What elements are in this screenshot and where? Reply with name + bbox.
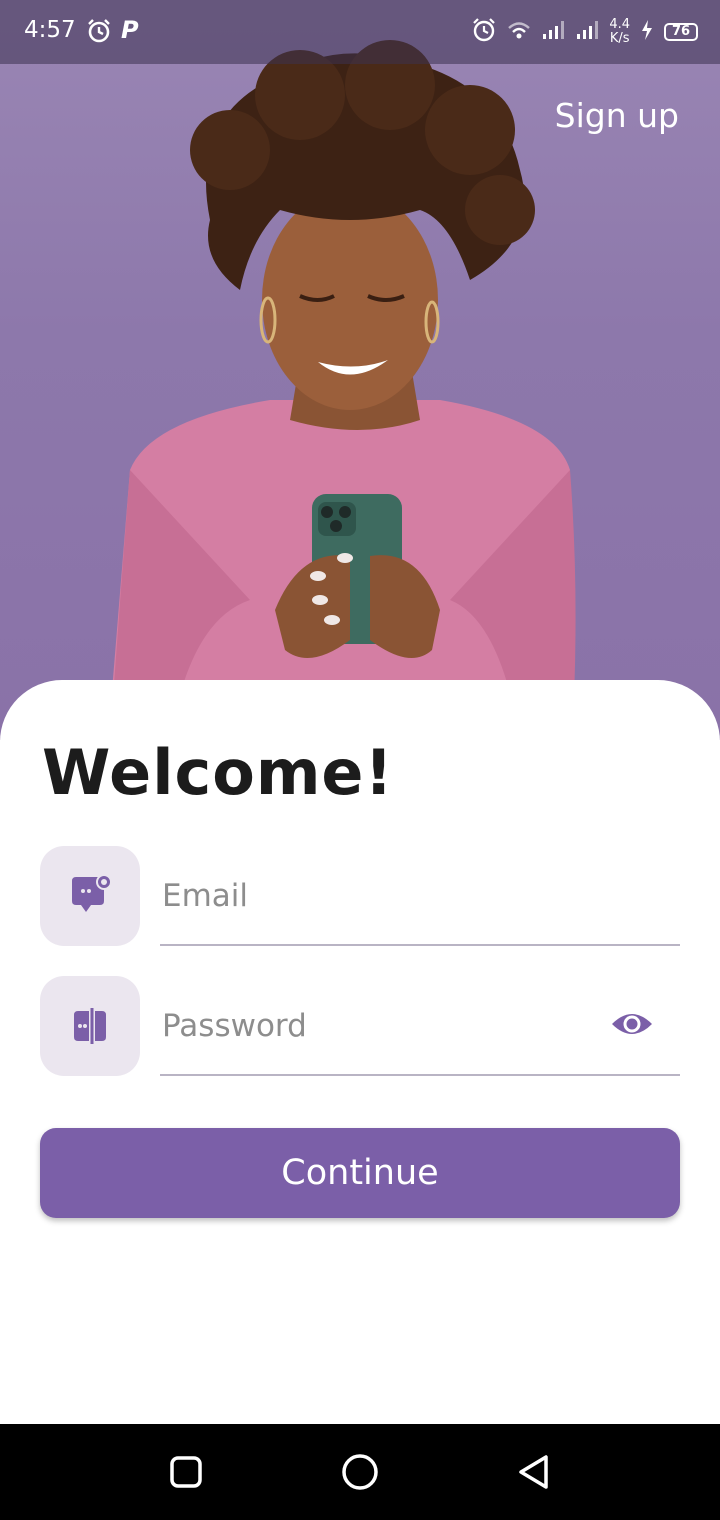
network-speed-unit: K/s xyxy=(609,31,630,46)
password-field-container xyxy=(160,976,680,1076)
email-chat-icon xyxy=(40,846,140,946)
wifi-icon xyxy=(507,20,531,44)
page-title: Welcome! xyxy=(42,736,394,809)
password-lock-icon xyxy=(40,976,140,1076)
password-input[interactable] xyxy=(160,1000,604,1052)
recents-icon[interactable] xyxy=(166,1452,206,1492)
back-icon[interactable] xyxy=(514,1452,554,1492)
alarm-icon xyxy=(471,17,497,47)
login-card: Welcome! Continue xyxy=(0,680,720,1424)
charging-icon xyxy=(640,19,654,45)
continue-button[interactable]: Continue xyxy=(40,1128,680,1218)
p-app-icon: P xyxy=(121,16,139,44)
signal-icon xyxy=(541,19,565,45)
alarm-icon xyxy=(86,18,112,48)
signal-icon xyxy=(575,19,599,45)
sign-up-link[interactable]: Sign up xyxy=(555,96,679,135)
email-input[interactable] xyxy=(160,870,604,922)
network-speed: 4.4 K/s xyxy=(609,18,630,46)
home-icon[interactable] xyxy=(340,1452,380,1492)
status-bar: 4:57 P 4.4 K/s 76 xyxy=(0,0,720,64)
navigation-bar xyxy=(0,1424,720,1520)
network-speed-value: 4.4 xyxy=(609,17,630,32)
battery-icon: 76 xyxy=(664,23,698,41)
email-field-container xyxy=(160,846,680,946)
status-time: 4:57 xyxy=(24,17,76,43)
eye-icon[interactable] xyxy=(612,1006,652,1042)
